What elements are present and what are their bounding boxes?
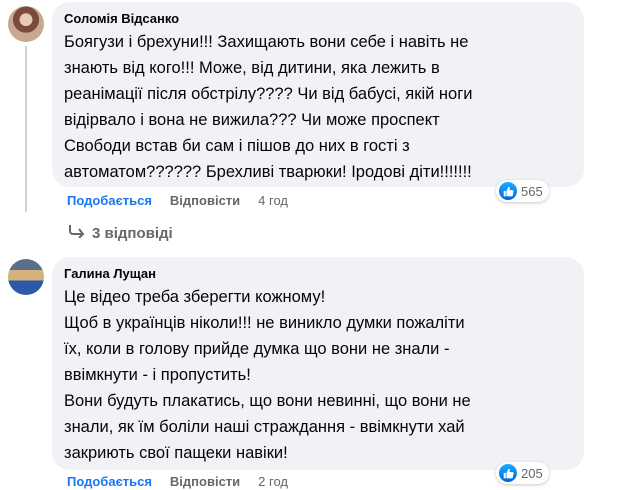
timestamp[interactable]: 4 год bbox=[258, 193, 288, 208]
comment-text: Боягузи і брехуни!!! Захищають вони себе… bbox=[64, 29, 572, 185]
comment-line: Свободи встав би сам і пішов до них в го… bbox=[64, 137, 410, 155]
comment-author[interactable]: Галина Лущан bbox=[64, 265, 572, 283]
timestamp[interactable]: 2 год bbox=[258, 474, 288, 489]
comment-line: Щоб в українців ніколи!!! не виникло дум… bbox=[64, 314, 465, 332]
like-button[interactable]: Подобається bbox=[67, 193, 152, 208]
comment-line: знали, як їм боліли наші страждання - вв… bbox=[64, 418, 465, 436]
reply-arrow-icon bbox=[68, 224, 86, 242]
comment-author[interactable]: Соломія Відсанко bbox=[64, 10, 572, 28]
like-button[interactable]: Подобається bbox=[67, 474, 152, 489]
comment-line: Це відео треба зберегти кожному! bbox=[64, 288, 326, 306]
comment-actions: Подобається Відповісти 4 год bbox=[67, 193, 288, 208]
thumbs-up-icon bbox=[499, 464, 517, 482]
comment-line: автоматом?????? Брехливі тварюки! Іродов… bbox=[64, 163, 472, 181]
thread-line bbox=[25, 46, 27, 212]
reaction-summary[interactable]: 565 bbox=[496, 180, 549, 202]
view-replies-label: 3 відповіді bbox=[92, 224, 173, 242]
comment-line: відірвало і вона не вижила??? Чи може пр… bbox=[64, 111, 440, 129]
reaction-count: 205 bbox=[521, 465, 543, 481]
avatar[interactable] bbox=[8, 259, 44, 295]
comment-line: закриють свої пащеки навіки! bbox=[64, 444, 288, 462]
reaction-count: 565 bbox=[521, 183, 543, 199]
comment-text: Це відео треба зберегти кожному! Щоб в у… bbox=[64, 284, 572, 466]
comment-line: їх, коли в голову прийде думка що вони н… bbox=[64, 340, 450, 358]
comment-actions: Подобається Відповісти 2 год bbox=[67, 474, 288, 489]
comment-bubble: Соломія Відсанко Боягузи і брехуни!!! За… bbox=[52, 2, 584, 187]
comment-line: ввімкнути - і пропустить! bbox=[64, 366, 251, 384]
reply-button[interactable]: Відповісти bbox=[170, 474, 240, 489]
comment-line: Вони будуть плакатись, що вони невинні, … bbox=[64, 392, 471, 410]
view-replies-link[interactable]: 3 відповіді bbox=[68, 224, 173, 242]
comment-line: реанімації після обстрілу???? Чи від баб… bbox=[64, 85, 473, 103]
comment-line: знають від кого!!! Може, від дитини, яка… bbox=[64, 59, 440, 77]
reaction-summary[interactable]: 205 bbox=[496, 462, 549, 484]
reply-button[interactable]: Відповісти bbox=[170, 193, 240, 208]
thumbs-up-icon bbox=[499, 182, 517, 200]
comment-bubble: Галина Лущан Це відео треба зберегти кож… bbox=[52, 257, 584, 470]
comment-line: Боягузи і брехуни!!! Захищають вони себе… bbox=[64, 33, 469, 51]
avatar[interactable] bbox=[8, 6, 44, 42]
